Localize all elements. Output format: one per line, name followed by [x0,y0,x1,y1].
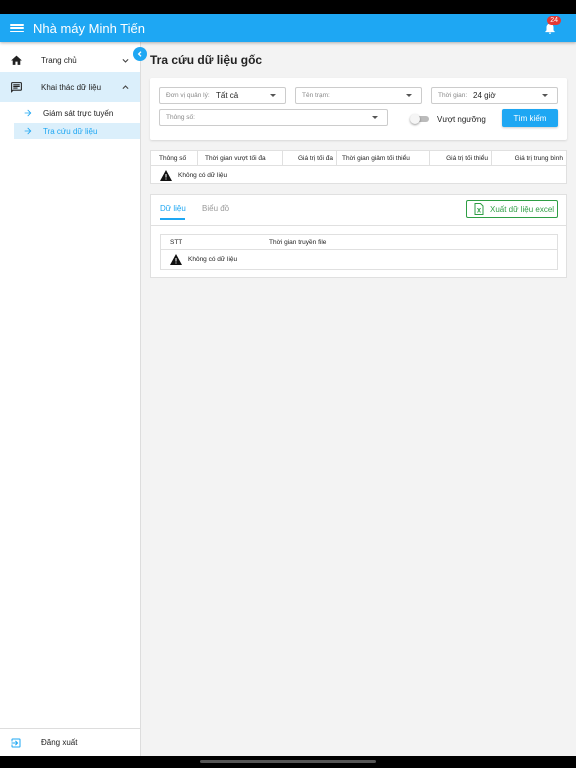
divider [151,225,566,226]
column-header: Thời gian truyền file [269,239,327,246]
caret-down-icon [406,94,412,97]
field-label: Thông số: [166,114,195,121]
sidebar-item-label: Khai thác dữ liệu [41,82,102,92]
tab-data[interactable]: Dữ liệu [160,204,186,213]
field-label: Tên trạm: [302,92,330,99]
column-header: Thời gian giảm tối thiểu [336,151,429,166]
main-content: Tra cứu dữ liệu gốc Đơn vị quản lý: Tất … [141,42,576,756]
app-title: Nhà máy Minh Tiến [33,20,145,36]
column-header: Giá trị tối đa [282,151,336,166]
home-indicator[interactable] [200,760,376,763]
caret-down-icon [372,116,378,119]
status-bar [0,0,576,14]
logout-label: Đăng xuất [41,738,78,747]
warning-icon [170,254,182,265]
empty-message: Không có dữ liệu [188,256,238,263]
logout-button[interactable]: Đăng xuất [0,728,140,756]
chevron-left-icon [137,51,142,57]
time-range-select[interactable]: Thời gian: 24 giờ [431,87,558,104]
tab-chart[interactable]: Biểu đồ [202,204,229,213]
search-button[interactable]: Tìm kiếm [502,109,558,127]
field-label: Đơn vị quản lý: [166,92,210,99]
excel-file-icon [474,203,484,215]
table-header: STT Thời gian truyền file [161,235,557,250]
list-icon [11,81,22,93]
column-header: Giá trị trung bình [491,151,566,166]
parameter-select[interactable]: Thông số: [159,109,388,126]
table-header: Thông số Thời gian vượt tối đa Giá trị t… [151,151,566,166]
sidebar-item-label: Trang chủ [41,55,77,65]
home-icon [11,55,22,65]
sidebar-item-home[interactable]: Trang chủ [0,50,140,70]
threshold-toggle[interactable] [410,114,430,124]
caret-down-icon [270,94,276,97]
active-tab-indicator [160,218,185,220]
chevron-down-icon [122,58,129,63]
field-label: Thời gian: [438,92,468,99]
filter-panel: Đơn vị quản lý: Tất cả Tên trạm: Thời gi… [150,78,567,140]
column-header: Thông số [159,155,187,162]
arrow-right-icon [24,127,32,135]
notification-badge: 24 [547,16,561,25]
field-value: 24 giờ [473,91,496,100]
export-excel-label: Xuất dữ liệu excel [490,204,555,214]
empty-message: Không có dữ liệu [178,172,228,179]
sidebar-collapse-button[interactable] [133,47,147,61]
chevron-up-icon [122,84,129,89]
column-header: Giá trị tối thiểu [429,151,491,166]
sidebar-subitem-label: Tra cứu dữ liệu [43,126,98,136]
sidebar: Trang chủ Khai thác dữ liệu Giám sát trự… [0,42,141,756]
page-title: Tra cứu dữ liệu gốc [150,53,263,67]
menu-icon[interactable] [10,22,24,34]
warning-icon [160,170,172,181]
column-header: Thời gian vượt tối đa [197,151,282,166]
management-unit-select[interactable]: Đơn vị quản lý: Tất cả [159,87,286,104]
sidebar-item-data-exploitation[interactable]: Khai thác dữ liệu [0,72,140,102]
data-panel: Dữ liệu Biểu đồ Xuất dữ liệu excel STT T… [150,194,567,278]
stats-table: Thông số Thời gian vượt tối đa Giá trị t… [150,150,567,184]
export-excel-button[interactable]: Xuất dữ liệu excel [466,200,558,218]
file-table: STT Thời gian truyền file Không có dữ li… [160,234,558,270]
empty-state: Không có dữ liệu [170,254,237,265]
sidebar-subitem-online-monitoring[interactable]: Giám sát trực tuyến [14,105,140,121]
logout-icon [11,738,21,748]
caret-down-icon [542,94,548,97]
station-name-select[interactable]: Tên trạm: [295,87,422,104]
empty-state: Không có dữ liệu [160,170,227,181]
sidebar-subitem-label: Giám sát trực tuyến [43,108,114,118]
sidebar-subitem-data-lookup[interactable]: Tra cứu dữ liệu [14,123,140,139]
app-bar: Nhà máy Minh Tiến 24 [0,14,576,42]
field-value: Tất cả [216,91,239,100]
arrow-right-icon [24,109,32,117]
column-header: STT [170,239,183,246]
threshold-toggle-label: Vượt ngưỡng [437,115,486,124]
